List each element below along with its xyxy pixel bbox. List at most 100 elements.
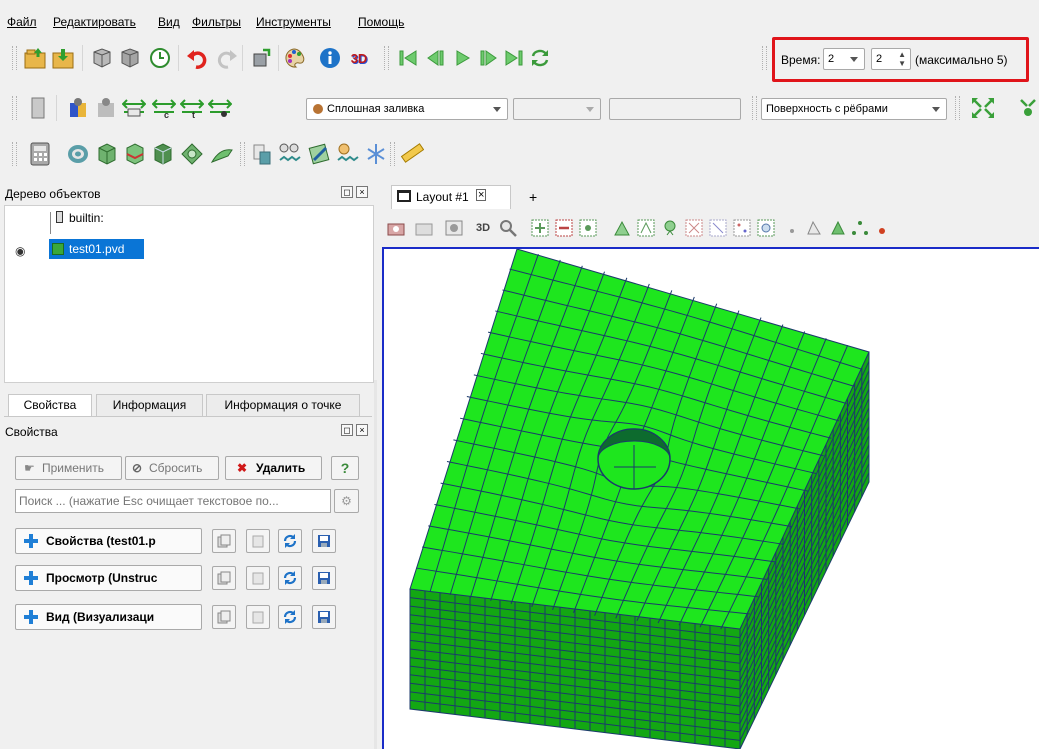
- select-cells-icon[interactable]: [610, 216, 634, 240]
- rescale-custom-icon[interactable]: c: [152, 96, 176, 120]
- group-datasets-icon[interactable]: [250, 142, 274, 166]
- slice-icon[interactable]: [122, 142, 146, 166]
- color-palette-icon[interactable]: [284, 46, 308, 70]
- menu-filters[interactable]: Фильтры: [192, 15, 241, 29]
- plot-over-time-icon[interactable]: [336, 142, 360, 166]
- tab-layout-1[interactable]: Layout #1 ×: [391, 185, 511, 209]
- delete-button[interactable]: ✖ Удалить: [225, 456, 322, 480]
- section-properties[interactable]: Свойства (test01.p: [15, 528, 202, 554]
- capture-icon[interactable]: [412, 216, 436, 240]
- close-icon[interactable]: ×: [476, 189, 487, 201]
- undock-icon[interactable]: ◻: [341, 186, 353, 198]
- save-defaults-icon[interactable]: [312, 529, 336, 553]
- redo-icon[interactable]: [214, 46, 238, 70]
- threshold-icon[interactable]: [150, 142, 174, 166]
- advanced-gear-icon[interactable]: ⚙: [334, 489, 359, 513]
- reset-camera-icon[interactable]: [970, 96, 994, 120]
- first-frame-icon[interactable]: [396, 46, 420, 70]
- interactive-select-icon[interactable]: [658, 216, 682, 240]
- restore-defaults-icon[interactable]: [278, 566, 302, 590]
- properties-search-input[interactable]: [15, 489, 331, 513]
- red-dot-icon[interactable]: [868, 216, 892, 240]
- camera-icon[interactable]: [384, 216, 408, 240]
- help-button[interactable]: ?: [331, 456, 359, 480]
- pipeline-item-test01[interactable]: test01.pvd: [49, 239, 144, 259]
- restore-defaults-icon[interactable]: [278, 529, 302, 553]
- frustum-cells-icon[interactable]: [682, 216, 706, 240]
- plot-data-icon[interactable]: [308, 142, 332, 166]
- menu-help[interactable]: Помощь: [358, 15, 404, 29]
- representation-combo[interactable]: Поверхность с рёбрами: [761, 98, 947, 120]
- close-icon[interactable]: ×: [356, 186, 368, 198]
- add-layout-tab[interactable]: +: [529, 189, 537, 205]
- apply-button[interactable]: ☛ Применить: [15, 456, 122, 480]
- stereo-3d-icon[interactable]: 3D: [347, 46, 371, 70]
- probe-over-time-icon[interactable]: [278, 142, 302, 166]
- select-points-on-icon[interactable]: [634, 216, 658, 240]
- toggle-3d-button[interactable]: 3D: [471, 216, 495, 240]
- screenshot-icon[interactable]: [442, 216, 466, 240]
- component-field[interactable]: [609, 98, 741, 120]
- tab-information[interactable]: Информация: [96, 394, 203, 416]
- close-icon[interactable]: ×: [356, 424, 368, 436]
- rescale-temporal-icon[interactable]: t: [180, 96, 204, 120]
- point-dot-icon[interactable]: [780, 216, 804, 240]
- edit-color-map-icon[interactable]: [94, 96, 118, 120]
- rescale-range-icon[interactable]: [122, 96, 146, 120]
- show-object-icon[interactable]: [26, 96, 50, 120]
- select-points-icon[interactable]: [576, 216, 600, 240]
- split-vertical-icon[interactable]: [552, 216, 576, 240]
- open-file-icon[interactable]: [24, 46, 48, 70]
- color-mode-combo[interactable]: Сплошная заливка: [306, 98, 508, 120]
- play-icon[interactable]: [451, 46, 475, 70]
- paste-icon[interactable]: [246, 566, 270, 590]
- component-combo[interactable]: [513, 98, 601, 120]
- reset-button[interactable]: ⊘ Сбросить: [125, 456, 219, 480]
- copy-icon[interactable]: [212, 605, 236, 629]
- block-select-icon[interactable]: [730, 216, 754, 240]
- menu-file[interactable]: Файл: [7, 15, 37, 29]
- eye-icon[interactable]: ◉: [15, 244, 25, 258]
- clip-icon[interactable]: [94, 142, 118, 166]
- grow-selection-icon[interactable]: [754, 216, 778, 240]
- reset-session-icon[interactable]: [148, 46, 172, 70]
- contour-icon[interactable]: [66, 142, 90, 166]
- undo-icon[interactable]: [186, 46, 210, 70]
- triangle-icon[interactable]: [826, 216, 850, 240]
- loop-icon[interactable]: [528, 46, 552, 70]
- zoom-icon[interactable]: [496, 216, 520, 240]
- paste-icon[interactable]: [246, 605, 270, 629]
- save-defaults-icon[interactable]: [312, 566, 336, 590]
- clear-selection-icon[interactable]: [802, 216, 826, 240]
- extract-subset-icon[interactable]: [180, 142, 204, 166]
- connect-icon[interactable]: [90, 46, 114, 70]
- next-frame-icon[interactable]: [476, 46, 500, 70]
- save-data-icon[interactable]: [52, 46, 76, 70]
- last-frame-icon[interactable]: [502, 46, 526, 70]
- zoom-to-data-icon[interactable]: [1016, 96, 1039, 120]
- previous-frame-icon[interactable]: [424, 46, 448, 70]
- rescale-visible-icon[interactable]: [208, 96, 232, 120]
- frustum-points-icon[interactable]: [706, 216, 730, 240]
- menu-tools[interactable]: Инструменты: [256, 15, 331, 29]
- save-defaults-icon[interactable]: [312, 605, 336, 629]
- disconnect-icon[interactable]: [118, 46, 142, 70]
- undock-icon[interactable]: ◻: [341, 424, 353, 436]
- render-view[interactable]: [382, 247, 1039, 749]
- menu-view[interactable]: Вид: [158, 15, 180, 29]
- section-view[interactable]: Вид (Визуализаци: [15, 604, 202, 630]
- section-display[interactable]: Просмотр (Unstruc: [15, 565, 202, 591]
- info-icon[interactable]: [318, 46, 342, 70]
- freeze-icon[interactable]: [364, 142, 388, 166]
- tab-point-information[interactable]: Информация о точке: [206, 394, 360, 416]
- camera-undo-icon[interactable]: [250, 46, 274, 70]
- split-horizontal-icon[interactable]: [528, 216, 552, 240]
- copy-icon[interactable]: [212, 566, 236, 590]
- calculator-icon[interactable]: [28, 142, 52, 166]
- panel-splitter[interactable]: [374, 380, 377, 749]
- tab-properties[interactable]: Свойства: [8, 394, 92, 416]
- restore-defaults-icon[interactable]: [278, 605, 302, 629]
- glyph-icon[interactable]: [210, 142, 234, 166]
- menu-edit[interactable]: Редактировать: [53, 15, 136, 29]
- paste-icon[interactable]: [246, 529, 270, 553]
